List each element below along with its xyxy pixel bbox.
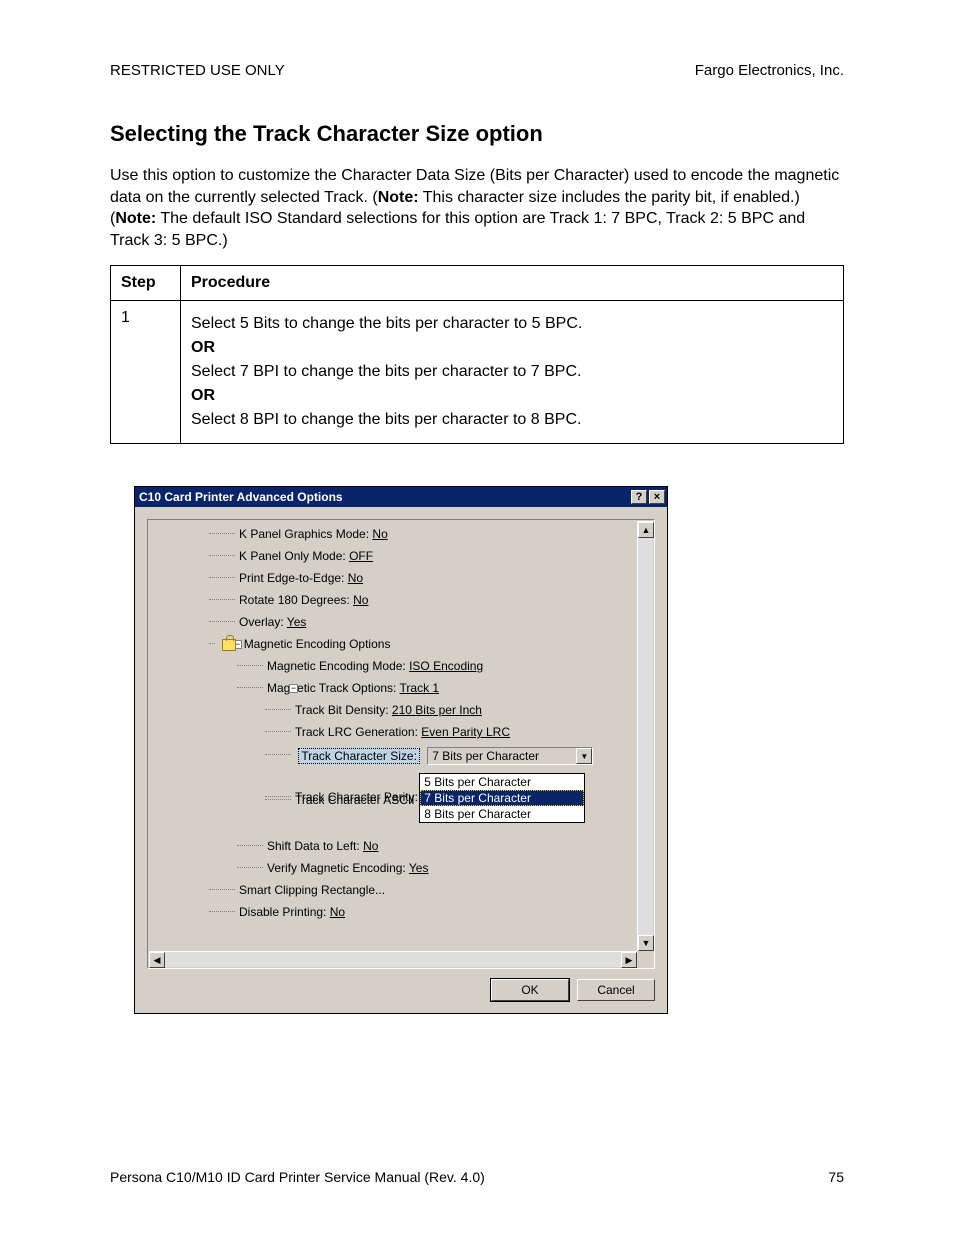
track-char-size-select[interactable]: 7 Bits per Character ▼ bbox=[427, 747, 593, 765]
page-footer: Persona C10/M10 ID Card Printer Service … bbox=[110, 1169, 844, 1185]
tree-item-magnetic-track-options[interactable]: − Magnetic Track Options: Track 1 bbox=[237, 681, 635, 695]
tree-item-overlay[interactable]: Overlay: Yes bbox=[209, 615, 635, 629]
page-title: Selecting the Track Character Size optio… bbox=[110, 121, 844, 147]
help-button[interactable]: ? bbox=[631, 490, 647, 504]
lock-icon bbox=[222, 639, 236, 651]
procedure-table: Step Procedure 1 Select 5 Bits to change… bbox=[110, 265, 844, 444]
option-5-bits[interactable]: 5 Bits per Character bbox=[420, 774, 584, 790]
dialog-title: C10 Card Printer Advanced Options bbox=[139, 490, 343, 504]
scroll-up-button[interactable]: ▲ bbox=[638, 522, 654, 538]
page-number: 75 bbox=[828, 1169, 844, 1185]
dropdown-button[interactable]: ▼ bbox=[576, 748, 592, 764]
tree-item-smart-clipping[interactable]: Smart Clipping Rectangle... bbox=[209, 883, 635, 897]
dialog-client-area: K Panel Graphics Mode: No K Panel Only M… bbox=[135, 507, 667, 1013]
tree-item-shift-data-left[interactable]: Shift Data to Left: No bbox=[237, 839, 635, 853]
advanced-options-dialog: C10 Card Printer Advanced Options ? × K … bbox=[134, 486, 668, 1014]
header-right: Fargo Electronics, Inc. bbox=[695, 62, 844, 79]
collapse-icon[interactable]: − bbox=[289, 684, 298, 693]
tree-item-track-char-size[interactable]: Track Character Size: 7 Bits per Charact… bbox=[265, 747, 635, 765]
tree-item-verify-magnetic[interactable]: Verify Magnetic Encoding: Yes bbox=[237, 861, 635, 875]
page-header: RESTRICTED USE ONLY Fargo Electronics, I… bbox=[110, 62, 844, 79]
vertical-scrollbar[interactable]: ▲ ▼ bbox=[637, 521, 653, 951]
cancel-button[interactable]: Cancel bbox=[577, 979, 655, 1001]
tree-item-magnetic-encoding-options[interactable]: − Magnetic Encoding Options bbox=[209, 637, 635, 651]
step-number: 1 bbox=[111, 301, 181, 444]
table-header-row: Step Procedure bbox=[111, 266, 844, 301]
tree-item-k-panel-only[interactable]: K Panel Only Mode: OFF bbox=[209, 549, 635, 563]
options-tree: K Panel Graphics Mode: No K Panel Only M… bbox=[147, 519, 655, 969]
ok-button[interactable]: OK bbox=[491, 979, 569, 1001]
col-step: Step bbox=[111, 266, 181, 301]
tree-item-print-edge[interactable]: Print Edge-to-Edge: No bbox=[209, 571, 635, 585]
tree-item-track-lrc[interactable]: Track LRC Generation: Even Parity LRC bbox=[265, 725, 635, 739]
scroll-right-button[interactable]: ▶ bbox=[621, 952, 637, 968]
tree-item-track-bit-density[interactable]: Track Bit Density: 210 Bits per Inch bbox=[265, 703, 635, 717]
horizontal-scrollbar[interactable]: ◀ ▶ bbox=[149, 951, 637, 967]
tree-item-disable-printing[interactable]: Disable Printing: No bbox=[209, 905, 635, 919]
tree-item-track-char-ascii[interactable]: Track Character ASCII bbox=[265, 793, 635, 807]
dialog-titlebar[interactable]: C10 Card Printer Advanced Options ? × bbox=[135, 487, 667, 507]
option-8-bits[interactable]: 8 Bits per Character bbox=[420, 806, 584, 822]
close-button[interactable]: × bbox=[649, 490, 665, 504]
col-procedure: Procedure bbox=[181, 266, 844, 301]
scroll-left-button[interactable]: ◀ bbox=[149, 952, 165, 968]
tree-item-k-panel-graphics[interactable]: K Panel Graphics Mode: No bbox=[209, 527, 635, 541]
footer-text: Persona C10/M10 ID Card Printer Service … bbox=[110, 1169, 485, 1185]
scroll-down-button[interactable]: ▼ bbox=[638, 935, 654, 951]
header-left: RESTRICTED USE ONLY bbox=[110, 62, 285, 79]
step-text: Select 5 Bits to change the bits per cha… bbox=[181, 301, 844, 444]
intro-paragraph: Use this option to customize the Charact… bbox=[110, 165, 844, 251]
select-value: 7 Bits per Character bbox=[432, 749, 539, 763]
table-row: 1 Select 5 Bits to change the bits per c… bbox=[111, 301, 844, 444]
tree-item-rotate-180[interactable]: Rotate 180 Degrees: No bbox=[209, 593, 635, 607]
tree-item-magnetic-encoding-mode[interactable]: Magnetic Encoding Mode: ISO Encoding bbox=[237, 659, 635, 673]
